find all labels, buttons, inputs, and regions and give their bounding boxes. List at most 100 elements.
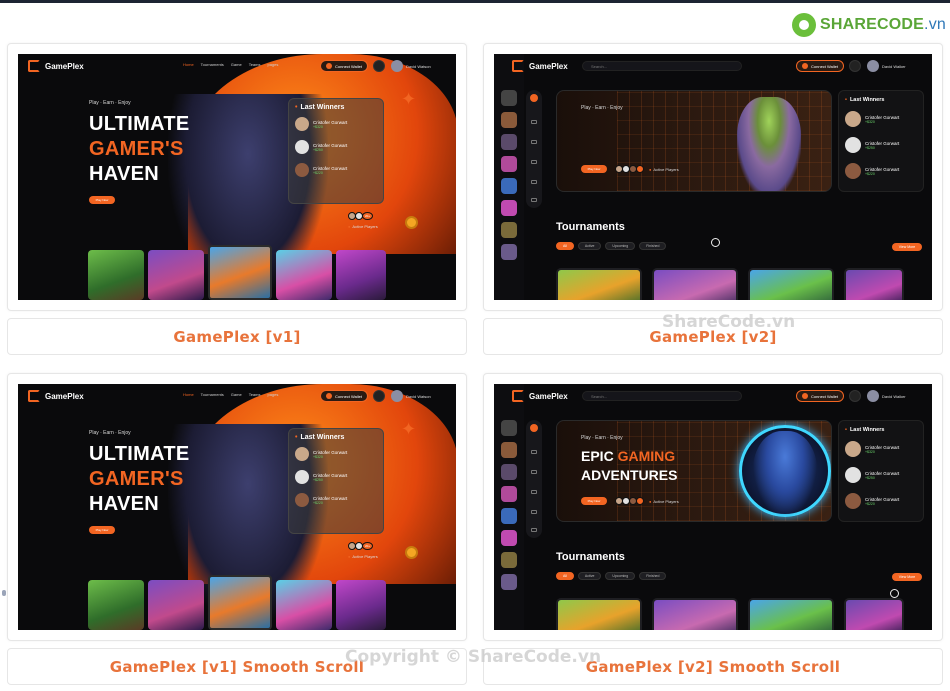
user-menu[interactable]: David Watson xyxy=(391,60,431,72)
sidebar-game-icon[interactable] xyxy=(501,112,517,128)
nav-game[interactable]: Game xyxy=(231,62,242,67)
nav-tournaments[interactable]: Tournaments xyxy=(201,392,224,397)
game-icon[interactable] xyxy=(531,510,537,514)
tournament-card[interactable] xyxy=(748,268,834,300)
tournament-card[interactable] xyxy=(748,598,834,630)
game-card[interactable] xyxy=(276,580,332,630)
chat-icon[interactable] xyxy=(531,528,537,532)
logo-text[interactable]: GamePlex xyxy=(529,62,568,71)
sidebar-game-icon[interactable] xyxy=(501,200,517,216)
sidebar-game-icon[interactable] xyxy=(501,420,517,436)
sidebar-game-icon[interactable] xyxy=(501,442,517,458)
tournament-card[interactable] xyxy=(652,598,738,630)
user-menu[interactable]: David Walker xyxy=(867,60,906,72)
play-now-button[interactable]: Play Now xyxy=(89,526,115,534)
connect-wallet-button[interactable]: Connect Wallet xyxy=(320,60,368,72)
preview-card-v1[interactable]: GamePlex Home Tournaments Game Teams pag… xyxy=(7,43,467,311)
search-input[interactable]: Search... xyxy=(582,391,742,401)
ticket-icon[interactable] xyxy=(531,470,537,474)
thumbnail-v2-smooth[interactable]: GamePlex Search... Connect Wallet David … xyxy=(494,384,932,630)
game-card[interactable] xyxy=(88,580,144,630)
filter-all[interactable]: All xyxy=(556,572,574,580)
nav-teams[interactable]: Teams xyxy=(249,62,261,67)
view-more-button[interactable]: View More xyxy=(892,243,922,251)
preview-card-v1-smooth[interactable]: GamePlex Home Tournaments Game Teams pag… xyxy=(7,373,467,641)
sidebar-game-icon[interactable] xyxy=(501,574,517,590)
game-card[interactable] xyxy=(336,250,386,300)
filter-active[interactable]: Active xyxy=(577,572,602,580)
preview-card-v2[interactable]: GamePlex Search... Connect Wallet David … xyxy=(483,43,943,311)
preview-card-v2-smooth[interactable]: GamePlex Search... Connect Wallet David … xyxy=(483,373,943,641)
sharecode-logo[interactable]: SHARECODE.vn xyxy=(792,12,946,38)
sidebar-game-icon[interactable] xyxy=(501,134,517,150)
filter-active[interactable]: Active xyxy=(577,242,602,250)
scroll-indicator[interactable] xyxy=(2,590,6,596)
nav-tournaments[interactable]: Tournaments xyxy=(201,62,224,67)
filter-upcoming[interactable]: Upcoming xyxy=(605,572,636,580)
ticket-icon[interactable] xyxy=(531,140,537,144)
sidebar-game-icon[interactable] xyxy=(501,90,517,106)
play-now-button[interactable]: Play Now xyxy=(89,196,115,204)
users-icon[interactable] xyxy=(531,160,537,164)
tournament-card[interactable] xyxy=(844,268,904,300)
bell-icon[interactable] xyxy=(849,60,861,72)
game-cards-carousel[interactable] xyxy=(88,245,386,300)
search-input[interactable]: Search... xyxy=(582,61,742,71)
sidebar-game-icon[interactable] xyxy=(501,486,517,502)
sidebar-game-icon[interactable] xyxy=(501,244,517,260)
filter-upcoming[interactable]: Upcoming xyxy=(605,242,636,250)
game-card[interactable] xyxy=(276,250,332,300)
game-card[interactable] xyxy=(148,580,204,630)
trophy-icon[interactable] xyxy=(531,120,537,124)
sidebar-game-icon[interactable] xyxy=(501,508,517,524)
game-card[interactable] xyxy=(336,580,386,630)
chat-icon[interactable] xyxy=(531,198,537,202)
tournament-card[interactable] xyxy=(556,598,642,630)
filter-all[interactable]: All xyxy=(556,242,574,250)
nav-teams[interactable]: Teams xyxy=(249,392,261,397)
view-more-button[interactable]: View More xyxy=(892,573,922,581)
sidebar-game-icon[interactable] xyxy=(501,552,517,568)
tournament-card[interactable] xyxy=(652,268,738,300)
play-now-button[interactable]: Play Now xyxy=(581,497,607,505)
game-card[interactable] xyxy=(208,575,272,630)
bell-icon[interactable] xyxy=(849,390,861,402)
connect-wallet-button[interactable]: Connect Wallet xyxy=(796,60,844,72)
nav-pages[interactable]: pages xyxy=(267,392,278,397)
sidebar-game-icon[interactable] xyxy=(501,156,517,172)
nav-home[interactable]: Home xyxy=(183,62,194,67)
logo-text[interactable]: GamePlex xyxy=(529,392,568,401)
sidebar-game-icon[interactable] xyxy=(501,178,517,194)
home-icon[interactable] xyxy=(530,424,538,432)
nav-home[interactable]: Home xyxy=(183,392,194,397)
thumbnail-v1[interactable]: GamePlex Home Tournaments Game Teams pag… xyxy=(18,54,456,300)
sidebar-game-icon[interactable] xyxy=(501,464,517,480)
game-card[interactable] xyxy=(208,245,272,300)
caption-v1[interactable]: GamePlex [v1] xyxy=(7,318,467,355)
filter-finished[interactable]: Finished xyxy=(639,242,667,250)
play-now-button[interactable]: Play Now xyxy=(581,165,607,173)
game-card[interactable] xyxy=(148,250,204,300)
connect-wallet-button[interactable]: Connect Wallet xyxy=(320,390,368,402)
game-icon[interactable] xyxy=(531,180,537,184)
nav-game[interactable]: Game xyxy=(231,392,242,397)
game-cards-carousel[interactable] xyxy=(88,575,386,630)
bell-icon[interactable] xyxy=(373,60,385,72)
logo-text[interactable]: GamePlex xyxy=(45,392,84,401)
trophy-icon[interactable] xyxy=(531,450,537,454)
thumbnail-v2[interactable]: GamePlex Search... Connect Wallet David … xyxy=(494,54,932,300)
filter-finished[interactable]: Finished xyxy=(639,572,667,580)
users-icon[interactable] xyxy=(531,490,537,494)
sidebar-game-icon[interactable] xyxy=(501,222,517,238)
thumbnail-v1-smooth[interactable]: GamePlex Home Tournaments Game Teams pag… xyxy=(18,384,456,630)
bell-icon[interactable] xyxy=(373,390,385,402)
nav-pages[interactable]: pages xyxy=(267,62,278,67)
connect-wallet-button[interactable]: Connect Wallet xyxy=(796,390,844,402)
tournament-card[interactable] xyxy=(844,598,904,630)
game-card[interactable] xyxy=(88,250,144,300)
sidebar-game-icon[interactable] xyxy=(501,530,517,546)
home-icon[interactable] xyxy=(530,94,538,102)
logo-text[interactable]: GamePlex xyxy=(45,62,84,71)
tournament-card[interactable] xyxy=(556,268,642,300)
user-menu[interactable]: David Watson xyxy=(391,390,431,402)
